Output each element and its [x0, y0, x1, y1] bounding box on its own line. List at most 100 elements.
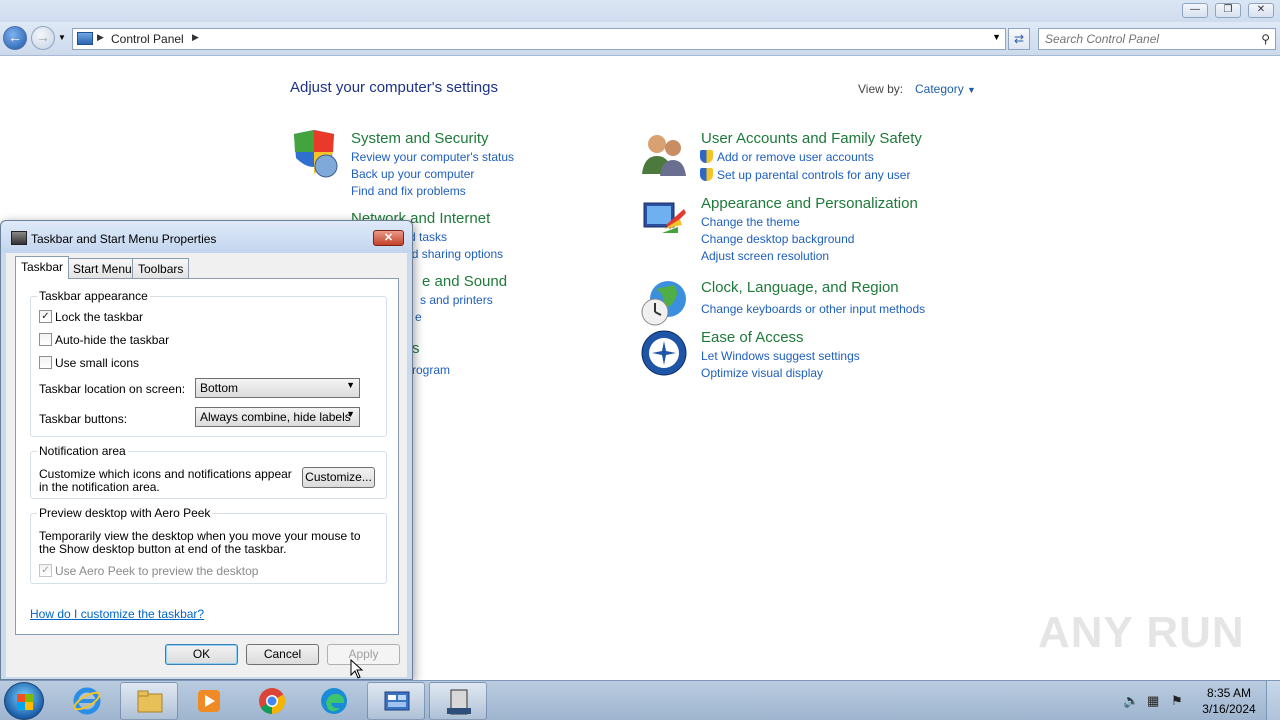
- customize-button[interactable]: Customize...: [302, 467, 375, 488]
- view-by-label: View by:: [858, 82, 904, 96]
- devices-printers-link[interactable]: s and printers: [420, 293, 493, 307]
- system-clock[interactable]: 8:35 AM 3/16/2024: [1198, 685, 1260, 717]
- screen-resolution-link[interactable]: Adjust screen resolution: [701, 249, 829, 263]
- aero-peek-checkbox[interactable]: ✓: [39, 564, 52, 577]
- folder-icon: [137, 690, 163, 713]
- category-title[interactable]: s: [412, 340, 420, 357]
- taskbar: 🔈 ▦ ⚑ 8:35 AM 3/16/2024: [0, 680, 1280, 720]
- buttons-value: Always combine, hide labels: [200, 410, 351, 424]
- uac-shield-icon: [700, 168, 713, 181]
- chevron-down-icon: ▼: [967, 85, 976, 95]
- location-label: Taskbar location on screen:: [39, 382, 186, 396]
- change-theme-link[interactable]: Change the theme: [701, 215, 800, 229]
- start-button[interactable]: [4, 682, 44, 720]
- autohide-checkbox[interactable]: [39, 333, 52, 346]
- search-input[interactable]: [1045, 30, 1255, 48]
- change-keyboards-link[interactable]: Change keyboards or other input methods: [701, 302, 925, 316]
- group-legend: Taskbar appearance: [37, 289, 150, 303]
- taskbar-edge[interactable]: [305, 682, 363, 720]
- page-title: Adjust your computer's settings: [290, 79, 498, 96]
- mouse-cursor-icon: [350, 659, 364, 679]
- taskbar-properties-icon: [447, 689, 471, 715]
- chevron-down-icon: ▼: [346, 380, 355, 390]
- aero-peek-label: Use Aero Peek to preview the desktop: [55, 564, 259, 578]
- suggest-settings-link[interactable]: Let Windows suggest settings: [701, 349, 860, 363]
- buttons-select[interactable]: Always combine, hide labels ▼: [195, 407, 360, 427]
- ok-button[interactable]: OK: [165, 644, 238, 665]
- category-title[interactable]: Appearance and Personalization: [701, 195, 918, 212]
- control-panel-icon: [77, 32, 93, 45]
- chevron-down-icon: ▼: [346, 409, 355, 419]
- taskbar-tab-panel: Taskbar appearance ✓ Lock the taskbar Au…: [15, 278, 399, 635]
- breadcrumb-arrow-icon[interactable]: ▶: [97, 32, 104, 43]
- taskbar-control-panel[interactable]: [367, 682, 425, 720]
- back-button[interactable]: ←: [3, 26, 27, 50]
- network-icon[interactable]: ▦: [1147, 693, 1159, 709]
- address-toolbar: ← → ▼ ▶ Control Panel ▶ ▼ ⇄ ⚲: [0, 22, 1280, 56]
- find-fix-problems-link[interactable]: Find and fix problems: [351, 184, 466, 198]
- show-desktop-button[interactable]: [1266, 681, 1280, 720]
- clock-date: 3/16/2024: [1202, 702, 1256, 716]
- dialog-title-bar[interactable]: Taskbar and Start Menu Properties ✕: [1, 221, 412, 253]
- search-box[interactable]: ⚲: [1038, 28, 1276, 50]
- taskbar-ie[interactable]: [58, 682, 116, 720]
- recent-pages-dropdown-icon[interactable]: ▼: [58, 33, 66, 42]
- shield-icon: [294, 130, 338, 178]
- optimize-display-link[interactable]: Optimize visual display: [701, 366, 823, 380]
- view-by-dropdown[interactable]: Category ▼: [915, 82, 976, 96]
- small-icons-checkbox[interactable]: [39, 356, 52, 369]
- add-remove-accounts-link[interactable]: Add or remove user accounts: [717, 150, 874, 164]
- restore-button[interactable]: ❐: [1215, 3, 1241, 18]
- monitor-paint-icon: [643, 202, 686, 233]
- backup-link[interactable]: Back up your computer: [351, 167, 474, 181]
- parental-controls-link[interactable]: Set up parental controls for any user: [717, 168, 910, 182]
- lock-taskbar-label[interactable]: Lock the taskbar: [55, 310, 143, 324]
- action-center-flag-icon[interactable]: ⚑: [1171, 693, 1183, 709]
- location-select[interactable]: Bottom ▼: [195, 378, 360, 398]
- tab-toolbars[interactable]: Toolbars: [132, 258, 190, 278]
- desktop-background-link[interactable]: Change desktop background: [701, 232, 854, 246]
- close-window-button[interactable]: ✕: [1248, 3, 1274, 18]
- media-player-icon: [198, 690, 220, 712]
- clock-time: 8:35 AM: [1206, 686, 1252, 700]
- category-title[interactable]: e and Sound: [422, 273, 507, 290]
- tab-start-menu[interactable]: Start Menu: [67, 258, 138, 278]
- add-device-link[interactable]: e: [415, 310, 422, 324]
- taskbar-properties-window[interactable]: [429, 682, 487, 720]
- internet-explorer-icon: [73, 687, 101, 715]
- uninstall-program-link[interactable]: rogram: [412, 363, 450, 377]
- forward-button[interactable]: →: [31, 26, 55, 50]
- taskbar-chrome[interactable]: [243, 682, 301, 720]
- group-legend: Notification area: [37, 444, 128, 458]
- breadcrumb-control-panel[interactable]: Control Panel: [111, 32, 184, 46]
- small-icons-label[interactable]: Use small icons: [55, 356, 139, 370]
- notification-area-group: Notification area Customize which icons …: [30, 444, 387, 499]
- review-status-link[interactable]: Review your computer's status: [351, 150, 514, 164]
- autohide-label[interactable]: Auto-hide the taskbar: [55, 333, 169, 347]
- taskbar-properties-icon: [11, 231, 27, 245]
- taskbar-explorer[interactable]: [120, 682, 178, 720]
- buttons-label: Taskbar buttons:: [39, 412, 128, 426]
- help-customize-link[interactable]: How do I customize the taskbar?: [30, 607, 204, 621]
- minimize-button[interactable]: —: [1182, 3, 1208, 18]
- category-title[interactable]: User Accounts and Family Safety: [701, 130, 922, 147]
- category-title[interactable]: Ease of Access: [701, 329, 804, 346]
- breadcrumb-arrow-icon[interactable]: ▶: [192, 32, 199, 43]
- control-panel-icon: [384, 691, 410, 711]
- address-bar[interactable]: ▶ Control Panel ▶ ▼: [72, 28, 1006, 50]
- taskbar-media-player[interactable]: [180, 682, 238, 720]
- tab-taskbar[interactable]: Taskbar: [15, 256, 70, 279]
- category-title[interactable]: Clock, Language, and Region: [701, 279, 899, 296]
- category-title[interactable]: System and Security: [351, 130, 489, 147]
- address-dropdown-icon[interactable]: ▼: [992, 32, 1001, 42]
- cancel-button[interactable]: Cancel: [246, 644, 319, 665]
- location-value: Bottom: [200, 381, 239, 395]
- close-icon[interactable]: ✕: [373, 230, 404, 246]
- volume-icon[interactable]: 🔈: [1123, 693, 1139, 709]
- search-icon[interactable]: ⚲: [1261, 32, 1270, 46]
- window-title-bar: — ❐ ✕: [0, 0, 1280, 22]
- refresh-icon[interactable]: ⇄: [1008, 28, 1030, 50]
- dialog-title: Taskbar and Start Menu Properties: [31, 232, 217, 246]
- lock-taskbar-checkbox[interactable]: ✓: [39, 310, 52, 323]
- uac-shield-icon: [700, 150, 713, 163]
